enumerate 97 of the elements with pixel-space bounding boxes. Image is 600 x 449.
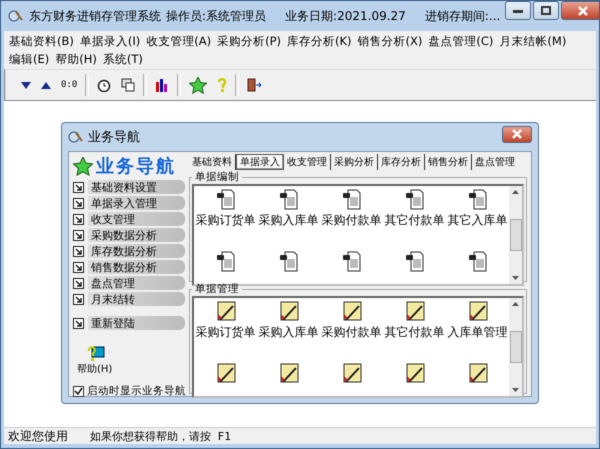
scrollbar[interactable] bbox=[509, 298, 522, 396]
menu-item[interactable]: 月末结帐(M) bbox=[496, 32, 570, 50]
menu-item[interactable]: 系统(T) bbox=[100, 50, 146, 68]
nav-item[interactable]: 库存数据分析 bbox=[88, 244, 185, 258]
document-label[interactable]: 采购付款单 bbox=[322, 212, 382, 229]
tab[interactable]: 盘点管理 bbox=[472, 154, 518, 170]
help-book-icon[interactable] bbox=[87, 346, 105, 362]
document-icon bbox=[214, 188, 236, 210]
group-title: 单据编制 bbox=[194, 170, 240, 184]
notepad-pen-icon bbox=[214, 300, 236, 322]
scroll-up-icon[interactable] bbox=[512, 190, 519, 194]
close-button[interactable] bbox=[561, 1, 599, 20]
dialog-title: 业务导航 bbox=[88, 129, 140, 146]
scroll-down-icon[interactable] bbox=[512, 276, 519, 280]
menu-item[interactable]: 盘点管理(C) bbox=[425, 32, 496, 50]
menu-item[interactable]: 收支管理(A) bbox=[143, 32, 214, 50]
notepad-pen-icon bbox=[278, 300, 300, 322]
star-icon bbox=[73, 156, 93, 176]
menu-item[interactable]: 编辑(E) bbox=[6, 50, 52, 68]
document-icon bbox=[278, 188, 300, 210]
notepad-pen-icon bbox=[404, 300, 426, 322]
menu-item[interactable]: 帮助(H) bbox=[52, 50, 100, 68]
document-label[interactable]: 采购入库单 bbox=[258, 324, 318, 341]
menu-item[interactable]: 采购分析(P) bbox=[214, 32, 284, 50]
close-icon bbox=[578, 6, 588, 16]
period-label: 进销存期间:... bbox=[424, 8, 500, 24]
nav-item[interactable]: 盘点管理 bbox=[88, 276, 185, 290]
toolbar-button[interactable]: 0:0 bbox=[56, 74, 82, 96]
document-label[interactable]: 采购入库单 bbox=[258, 212, 318, 229]
navigation-heading: 业务导航 bbox=[96, 155, 176, 178]
operator-label: 操作员:系统管理员 bbox=[166, 8, 266, 24]
arrow-box-icon bbox=[73, 182, 84, 192]
document-label[interactable]: 采购订货单 bbox=[196, 212, 256, 229]
tab[interactable]: 收支管理 bbox=[284, 154, 331, 170]
nav-item[interactable]: 单据录入管理 bbox=[88, 196, 185, 210]
document-icon bbox=[214, 250, 236, 272]
document-icon bbox=[404, 250, 426, 272]
close-icon bbox=[512, 129, 522, 139]
scrollbar[interactable] bbox=[509, 186, 522, 284]
status-message: 如果你想获得帮助，请按 F1 bbox=[90, 428, 231, 444]
window-title: 东方财务进销存管理系统 bbox=[29, 8, 161, 24]
app-icon bbox=[68, 129, 84, 145]
tab[interactable]: 采购分析 bbox=[331, 154, 378, 170]
arrow-box-icon bbox=[73, 262, 84, 272]
notepad-pen-icon bbox=[214, 362, 236, 384]
business-date: 业务日期:2021.09.27 bbox=[285, 8, 406, 24]
nav-item[interactable]: 基础资料设置 bbox=[88, 180, 185, 194]
document-label[interactable]: 其它付款单 bbox=[384, 212, 444, 229]
document-icon bbox=[466, 188, 488, 210]
menu-item[interactable]: 基础资料(B) bbox=[6, 32, 77, 50]
document-icon bbox=[404, 188, 426, 210]
menu-item[interactable]: 库存分析(K) bbox=[284, 32, 355, 50]
checkbox[interactable] bbox=[73, 386, 84, 396]
scroll-down-icon[interactable] bbox=[512, 388, 519, 392]
nav-item[interactable]: 月末结转 bbox=[88, 292, 185, 306]
maximize-button[interactable] bbox=[533, 1, 560, 20]
arrow-box-icon bbox=[73, 214, 84, 224]
menu-item[interactable]: 销售分析(X) bbox=[354, 32, 426, 50]
help-button[interactable]: 帮助(H) bbox=[77, 362, 112, 376]
menu-item[interactable]: 单据录入(I) bbox=[76, 32, 144, 50]
notepad-pen-icon bbox=[466, 362, 488, 384]
arrow-box-icon bbox=[73, 246, 84, 256]
status-text: 欢迎您使用 bbox=[8, 428, 68, 444]
scroll-up-icon[interactable] bbox=[512, 302, 519, 306]
nav-item[interactable]: 销售数据分析 bbox=[88, 260, 185, 274]
nav-item[interactable]: 收支管理 bbox=[88, 212, 185, 226]
document-label[interactable]: 其它付款单 bbox=[384, 324, 444, 341]
tab[interactable]: 销售分析 bbox=[425, 154, 472, 170]
document-label[interactable]: 采购订货单 bbox=[196, 324, 256, 341]
notepad-pen-icon bbox=[340, 362, 362, 384]
notepad-pen-icon bbox=[404, 362, 426, 384]
app-icon bbox=[8, 8, 24, 24]
maximize-icon bbox=[541, 6, 552, 15]
relogin-button[interactable]: 重新登陆 bbox=[88, 316, 185, 330]
arrow-box-icon bbox=[73, 294, 84, 304]
minimize-icon bbox=[513, 8, 524, 12]
arrow-box-icon bbox=[73, 278, 84, 288]
tab[interactable]: 单据录入 bbox=[236, 154, 284, 170]
checkbox-label: 启动时显示业务导航 bbox=[87, 384, 186, 398]
group-title: 单据管理 bbox=[194, 282, 240, 296]
tab[interactable]: 库存分析 bbox=[378, 154, 425, 170]
notepad-pen-icon bbox=[466, 300, 488, 322]
document-icon bbox=[340, 188, 362, 210]
arrow-box-icon bbox=[73, 318, 84, 328]
arrow-box-icon bbox=[73, 198, 84, 208]
document-label[interactable]: 其它入库单 bbox=[448, 212, 508, 229]
document-label[interactable]: 采购付款单 bbox=[322, 324, 382, 341]
notepad-pen-icon bbox=[278, 362, 300, 384]
nav-item[interactable]: 采购数据分析 bbox=[88, 228, 185, 242]
arrow-box-icon bbox=[73, 230, 84, 240]
document-label[interactable]: 入库单管理 bbox=[448, 324, 508, 341]
notepad-pen-icon bbox=[340, 300, 362, 322]
close-button[interactable] bbox=[502, 126, 532, 142]
document-icon bbox=[278, 250, 300, 272]
minimize-button[interactable] bbox=[505, 1, 532, 20]
document-icon bbox=[466, 250, 488, 272]
document-icon bbox=[340, 250, 362, 272]
